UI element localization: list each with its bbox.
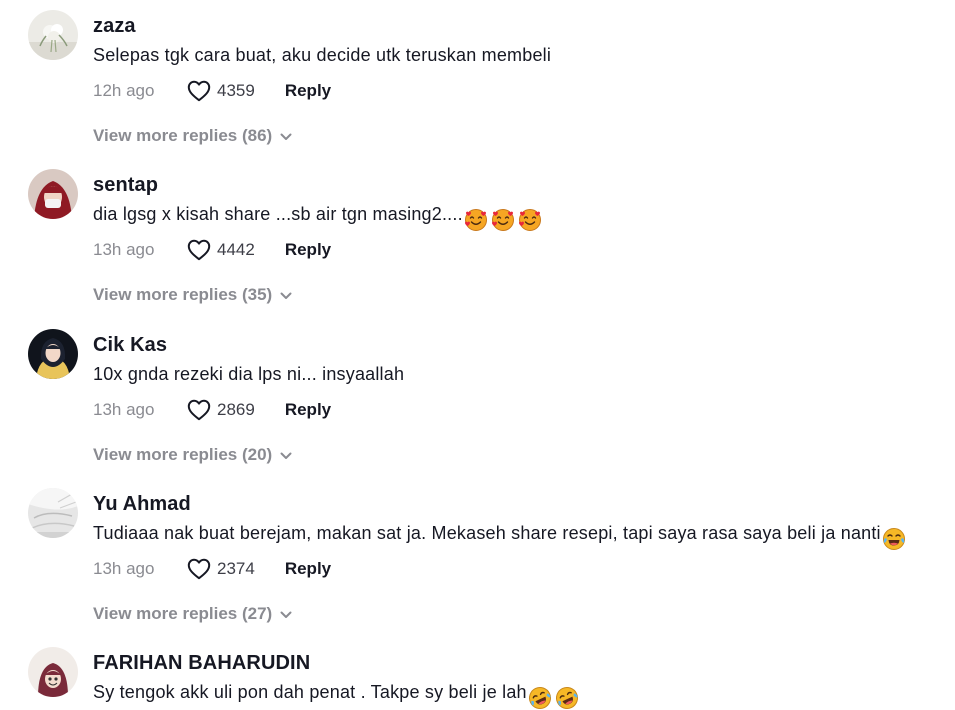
avatar[interactable]	[28, 488, 78, 538]
comment-time: 13h ago	[93, 400, 155, 419]
avatar[interactable]	[28, 169, 78, 219]
view-more-replies-label: View more replies (27)	[93, 604, 273, 623]
emoji-group	[464, 208, 545, 232]
comment-username[interactable]: Cik Kas	[93, 334, 167, 357]
view-more-replies[interactable]: View more replies (86)	[93, 126, 292, 146]
view-more-replies[interactable]: View more replies (20)	[93, 445, 292, 465]
comment-item: Yu Ahmad Tudiaaa nak buat berejam, makan…	[0, 478, 955, 638]
rolling-on-the-floor-laughing-icon	[528, 687, 551, 709]
like-count: 2374	[217, 559, 255, 578]
comment-text: Sy tengok akk uli pon dah penat . Takpe …	[93, 682, 582, 710]
heart-outline-icon	[187, 80, 211, 102]
chevron-down-icon	[280, 445, 292, 465]
comment-text: dia lgsg x kisah share ...sb air tgn mas…	[93, 204, 545, 232]
comment-meta: 13h ago 4442 Reply	[93, 238, 331, 262]
view-more-replies[interactable]: View more replies (35)	[93, 285, 292, 305]
comment-item: zaza Selepas tgk cara buat, aku decide u…	[0, 0, 955, 160]
chevron-down-icon	[280, 126, 292, 146]
comment-username[interactable]: sentap	[93, 174, 158, 197]
smiling-face-with-hearts-icon	[518, 209, 541, 231]
heart-outline-icon	[187, 399, 211, 421]
comment-meta: 13h ago 2374 Reply	[93, 557, 331, 581]
chevron-down-icon	[280, 285, 292, 305]
comment-meta: 12h ago 4359 Reply	[93, 79, 331, 103]
comment-item: FARIHAN BAHARUDIN Sy tengok akk uli pon …	[0, 637, 955, 710]
comment-text: Tudiaaa nak buat berejam, makan sat ja. …	[93, 523, 909, 551]
reply-button[interactable]: Reply	[285, 81, 331, 101]
comment-meta: 13h ago 2869 Reply	[93, 398, 331, 422]
heart-outline-icon	[187, 239, 211, 261]
view-more-replies-label: View more replies (20)	[93, 445, 273, 464]
like-count: 4359	[217, 81, 255, 100]
comment-username[interactable]: FARIHAN BAHARUDIN	[93, 652, 310, 675]
comment-username[interactable]: Yu Ahmad	[93, 493, 191, 516]
smiling-face-with-hearts-icon	[491, 209, 514, 231]
like-button[interactable]: 2374	[187, 558, 255, 580]
chevron-down-icon	[280, 604, 292, 624]
view-more-replies[interactable]: View more replies (27)	[93, 604, 292, 624]
comment-item: sentap dia lgsg x kisah share ...sb air …	[0, 159, 955, 319]
like-button[interactable]: 4359	[187, 80, 255, 102]
like-button[interactable]: 4442	[187, 239, 255, 261]
reply-button[interactable]: Reply	[285, 400, 331, 420]
reply-button[interactable]: Reply	[285, 559, 331, 579]
comment-text: Selepas tgk cara buat, aku decide utk te…	[93, 45, 552, 65]
avatar[interactable]	[28, 10, 78, 60]
rolling-on-the-floor-laughing-icon	[555, 687, 578, 709]
comment-time: 13h ago	[93, 240, 155, 259]
comment-time: 13h ago	[93, 559, 155, 578]
face-with-tears-of-joy-icon	[882, 528, 905, 550]
like-count: 4442	[217, 240, 255, 259]
smiling-face-with-hearts-icon	[464, 209, 487, 231]
view-more-replies-label: View more replies (35)	[93, 285, 273, 304]
avatar[interactable]	[28, 647, 78, 697]
view-more-replies-label: View more replies (86)	[93, 126, 273, 145]
emoji-group	[528, 686, 582, 710]
heart-outline-icon	[187, 558, 211, 580]
like-button[interactable]: 2869	[187, 399, 255, 421]
comment-item: Cik Kas 10x gnda rezeki dia lps ni... in…	[0, 319, 955, 479]
reply-button[interactable]: Reply	[285, 240, 331, 260]
like-count: 2869	[217, 400, 255, 419]
comment-text: 10x gnda rezeki dia lps ni... insyaallah	[93, 364, 405, 384]
avatar[interactable]	[28, 329, 78, 379]
comment-username[interactable]: zaza	[93, 15, 136, 38]
comment-time: 12h ago	[93, 81, 155, 100]
emoji-group	[882, 527, 909, 551]
